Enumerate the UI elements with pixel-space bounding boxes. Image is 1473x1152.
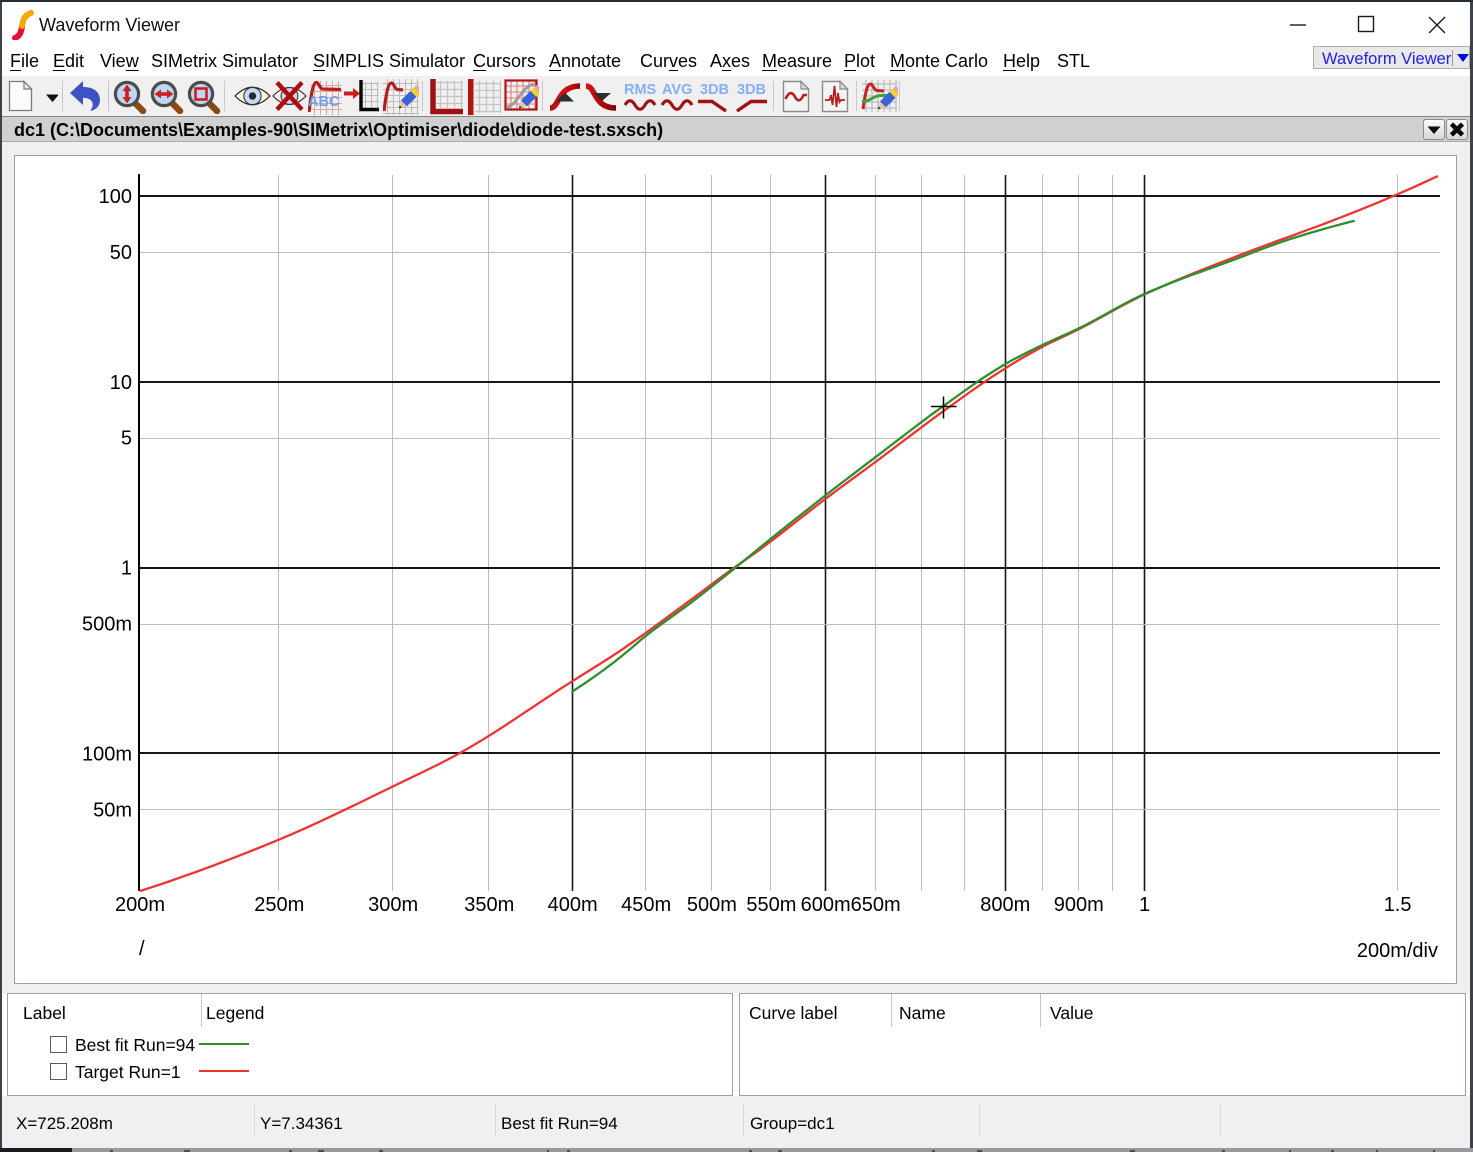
svg-text:300m: 300m: [368, 894, 418, 916]
svg-text:200m: 200m: [115, 894, 165, 916]
svg-text:RMS: RMS: [624, 82, 657, 98]
svg-text:3DB: 3DB: [737, 82, 766, 98]
svg-text:50m: 50m: [93, 799, 132, 821]
svg-text:450m: 450m: [621, 894, 671, 916]
svg-text:1: 1: [121, 558, 132, 580]
svg-text:10: 10: [110, 372, 132, 394]
svg-text:5: 5: [121, 428, 132, 450]
svg-text:650m: 650m: [851, 894, 901, 916]
svg-text:550m: 550m: [746, 894, 796, 916]
svg-text:500m: 500m: [687, 894, 737, 916]
svg-text:1.5: 1.5: [1384, 894, 1412, 916]
svg-text:200m/div: 200m/div: [1357, 940, 1438, 962]
svg-text:/: /: [139, 938, 145, 960]
svg-text:400m: 400m: [548, 894, 598, 916]
svg-text:100m: 100m: [82, 743, 132, 765]
svg-text:3DB: 3DB: [700, 82, 729, 98]
svg-text:900m: 900m: [1054, 894, 1104, 916]
svg-text:250m: 250m: [254, 894, 304, 916]
svg-text:AVG: AVG: [662, 82, 692, 98]
svg-text:800m: 800m: [980, 894, 1030, 916]
svg-text:50: 50: [110, 242, 132, 264]
svg-text:350m: 350m: [464, 894, 514, 916]
svg-text:ABC: ABC: [308, 94, 340, 110]
svg-text:1: 1: [1139, 894, 1150, 916]
svg-text:600m: 600m: [801, 894, 851, 916]
svg-text:500m: 500m: [82, 614, 132, 636]
svg-text:100: 100: [99, 186, 132, 208]
